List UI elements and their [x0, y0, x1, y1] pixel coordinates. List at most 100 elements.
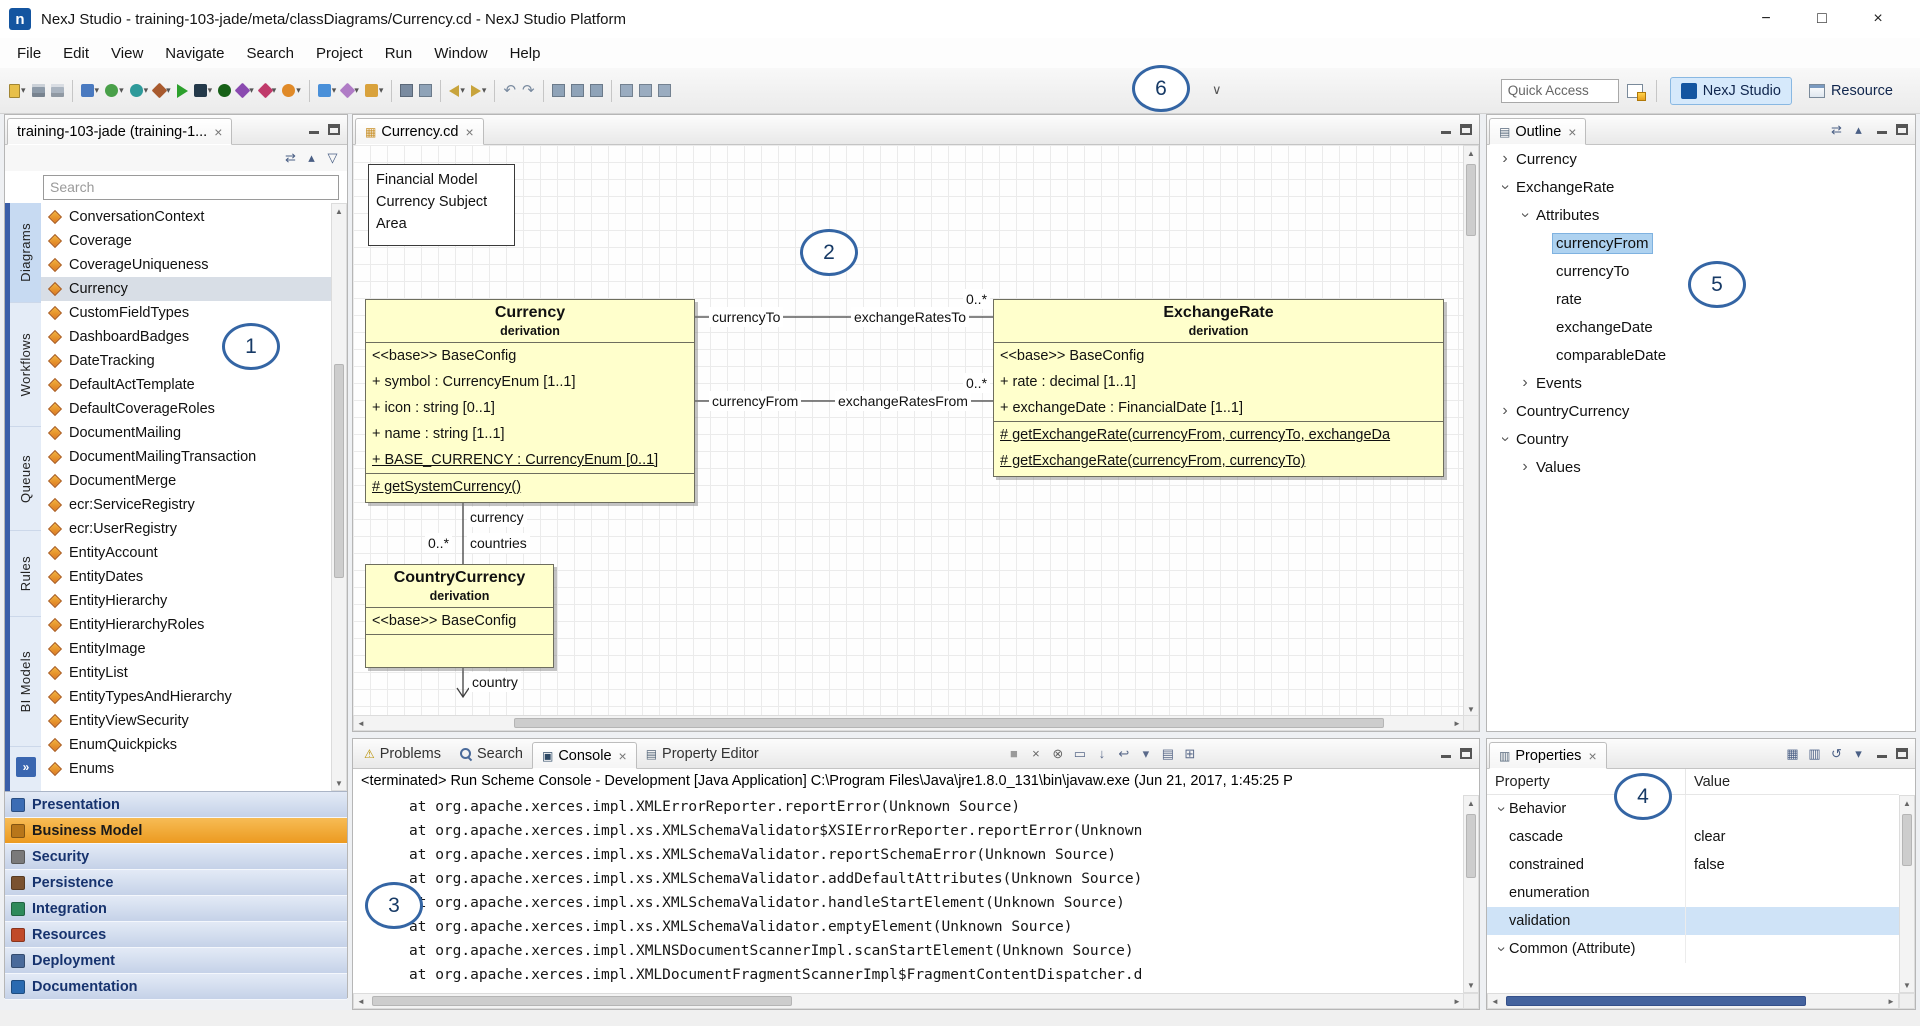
quick-access-input[interactable] [1501, 79, 1619, 103]
sync-grid-icon[interactable] [587, 78, 606, 104]
edge-label-currencyto[interactable]: currencyTo [709, 307, 783, 327]
edge-label-0[interactable]: 0..* [963, 373, 990, 393]
scroll-down-icon[interactable]: ▼ [332, 776, 346, 790]
toolbar-overflow-chevron-icon[interactable]: ∨ [1212, 82, 1222, 98]
minimize-view-icon[interactable] [1876, 124, 1888, 136]
outline-item-comparabledate[interactable]: comparableDate [1487, 341, 1915, 369]
uml-operation[interactable]: # getExchangeRate(currencyFrom, currency… [994, 422, 1443, 448]
category-deployment[interactable]: Deployment [5, 948, 347, 974]
new-table-icon[interactable] [397, 78, 416, 104]
layer-tab-bi-models[interactable]: BI Models [5, 617, 41, 747]
back-icon[interactable]: ▾ [446, 78, 468, 104]
explorer-item-coverage[interactable]: Coverage [41, 229, 331, 253]
scroll-down-icon[interactable]: ▼ [1464, 702, 1478, 716]
more-layers-button[interactable]: » [16, 757, 36, 777]
editor-tab-currency-cd[interactable]: ▦ Currency.cd × [355, 118, 484, 145]
explorer-item-datetracking[interactable]: DateTracking [41, 349, 331, 373]
open-console-icon[interactable]: ⊞ [1180, 744, 1199, 764]
chevron-icon[interactable]: › [1492, 941, 1510, 957]
close-button[interactable]: × [1850, 0, 1906, 38]
explorer-item-customfieldtypes[interactable]: CustomFieldTypes [41, 301, 331, 325]
run-config-icon[interactable]: ▾ [102, 78, 127, 104]
perspective-nexj-studio[interactable]: NexJ Studio [1670, 77, 1792, 105]
menu-run[interactable]: Run [374, 45, 424, 62]
close-icon[interactable]: × [465, 124, 473, 140]
outline-item-attributes[interactable]: ›Attributes [1487, 201, 1915, 229]
editor-vertical-scrollbar[interactable]: ▲ ▼ [1463, 145, 1479, 717]
uml-attribute[interactable]: <<base>> BaseConfig [366, 343, 694, 369]
category-presentation[interactable]: Presentation [5, 792, 347, 818]
scrollbar-thumb[interactable] [1506, 996, 1806, 1006]
outline-item-exchangerate[interactable]: ›ExchangeRate [1487, 173, 1915, 201]
explorer-item-entityimage[interactable]: EntityImage [41, 637, 331, 661]
chevron-icon[interactable]: › [1516, 207, 1534, 223]
redo-icon[interactable]: ↷ [519, 78, 538, 104]
uml-attribute[interactable]: + icon : string [0..1] [366, 395, 694, 421]
console-output[interactable]: at org.apache.xerces.impl.XMLErrorReport… [353, 795, 1463, 993]
import-tool-icon[interactable]: ▾ [257, 78, 280, 104]
uml-operation[interactable]: # getExchangeRate(currencyFrom, currency… [994, 448, 1443, 474]
explorer-item-documentmailing[interactable]: DocumentMailing [41, 421, 331, 445]
show-categories-icon[interactable]: ▦ [1783, 744, 1802, 764]
add-column-icon[interactable] [549, 78, 568, 104]
layer-tab-diagrams[interactable]: Diagrams [5, 203, 41, 303]
open-perspective-icon[interactable] [1627, 84, 1643, 98]
explorer-scrollbar[interactable]: ▲ ▼ [331, 203, 347, 791]
uml-attribute[interactable]: + rate : decimal [1..1] [994, 369, 1443, 395]
explorer-tab[interactable]: training-103-jade (training-1... × [7, 118, 232, 145]
link-with-editor-icon[interactable]: ⇄ [1827, 120, 1846, 140]
close-icon[interactable]: × [1588, 748, 1596, 764]
maximize-view-icon[interactable] [1896, 748, 1908, 759]
tab-property-editor[interactable]: ▤Property Editor [637, 739, 768, 768]
maximize-button[interactable]: □ [1794, 0, 1850, 38]
chevron-icon[interactable]: › [1517, 374, 1533, 392]
menu-view[interactable]: View [100, 45, 154, 62]
explorer-item-documentmerge[interactable]: DocumentMerge [41, 469, 331, 493]
explorer-item-ecr-serviceregistry[interactable]: ecr:ServiceRegistry [41, 493, 331, 517]
new-view-icon[interactable] [416, 78, 435, 104]
pin-console-icon[interactable]: ▾ [1136, 744, 1155, 764]
class-exchangerate[interactable]: ExchangeRatederivation<<base>> BaseConfi… [993, 299, 1444, 477]
scroll-right-icon[interactable]: ► [1884, 994, 1898, 1008]
explorer-search-input[interactable] [43, 175, 339, 200]
chevron-icon[interactable]: › [1497, 150, 1513, 168]
outline-item-countrycurrency[interactable]: ›CountryCurrency [1487, 397, 1915, 425]
perspective-resource[interactable]: Resource [1798, 77, 1904, 105]
deploy-icon[interactable] [215, 78, 234, 104]
explorer-item-coverageuniqueness[interactable]: CoverageUniqueness [41, 253, 331, 277]
scroll-left-icon[interactable]: ◄ [354, 716, 368, 730]
scrollbar-thumb[interactable] [1466, 814, 1476, 878]
display-console-icon[interactable]: ▤ [1158, 744, 1177, 764]
edge-label-0[interactable]: 0..* [425, 533, 452, 553]
chevron-icon[interactable]: › [1496, 179, 1514, 195]
remove-all-launches-icon[interactable]: ⊗ [1048, 744, 1067, 764]
category-resources[interactable]: Resources [5, 922, 347, 948]
explorer-item-entityhierarchyroles[interactable]: EntityHierarchyRoles [41, 613, 331, 637]
outline-item-country[interactable]: ›Country [1487, 425, 1915, 453]
wand-icon[interactable]: ▾ [339, 78, 362, 104]
explorer-item-entityaccount[interactable]: EntityAccount [41, 541, 331, 565]
tab-console[interactable]: ▣Console× [532, 742, 637, 769]
scroll-right-icon[interactable]: ► [1450, 716, 1464, 730]
uml-attribute[interactable]: + name : string [1..1] [366, 421, 694, 447]
close-icon[interactable]: × [619, 748, 627, 764]
chevron-icon[interactable]: › [1517, 458, 1533, 476]
layer-tab-rules[interactable]: Rules [5, 531, 41, 617]
scrollbar-thumb[interactable] [372, 996, 792, 1006]
data-source-icon[interactable]: ▾ [127, 78, 152, 104]
console-vertical-scrollbar[interactable]: ▲ ▼ [1463, 795, 1479, 993]
menu-help[interactable]: Help [499, 45, 552, 62]
maximize-view-icon[interactable] [1460, 124, 1472, 135]
properties-vertical-scrollbar[interactable]: ▲ ▼ [1899, 795, 1915, 993]
annotate-icon[interactable]: ▾ [362, 78, 387, 104]
restore-layout-icon[interactable] [655, 78, 674, 104]
scroll-up-icon[interactable]: ▲ [1464, 146, 1478, 160]
menu-edit[interactable]: Edit [52, 45, 100, 62]
split-vertical-icon[interactable] [636, 78, 655, 104]
menu-project[interactable]: Project [305, 45, 374, 62]
clear-console-icon[interactable]: ▭ [1070, 744, 1089, 764]
scroll-right-icon[interactable]: ► [1450, 994, 1464, 1008]
scroll-up-icon[interactable]: ▲ [332, 204, 346, 218]
undo-icon[interactable]: ↶ [500, 78, 519, 104]
compare-icon[interactable]: ▾ [315, 78, 340, 104]
